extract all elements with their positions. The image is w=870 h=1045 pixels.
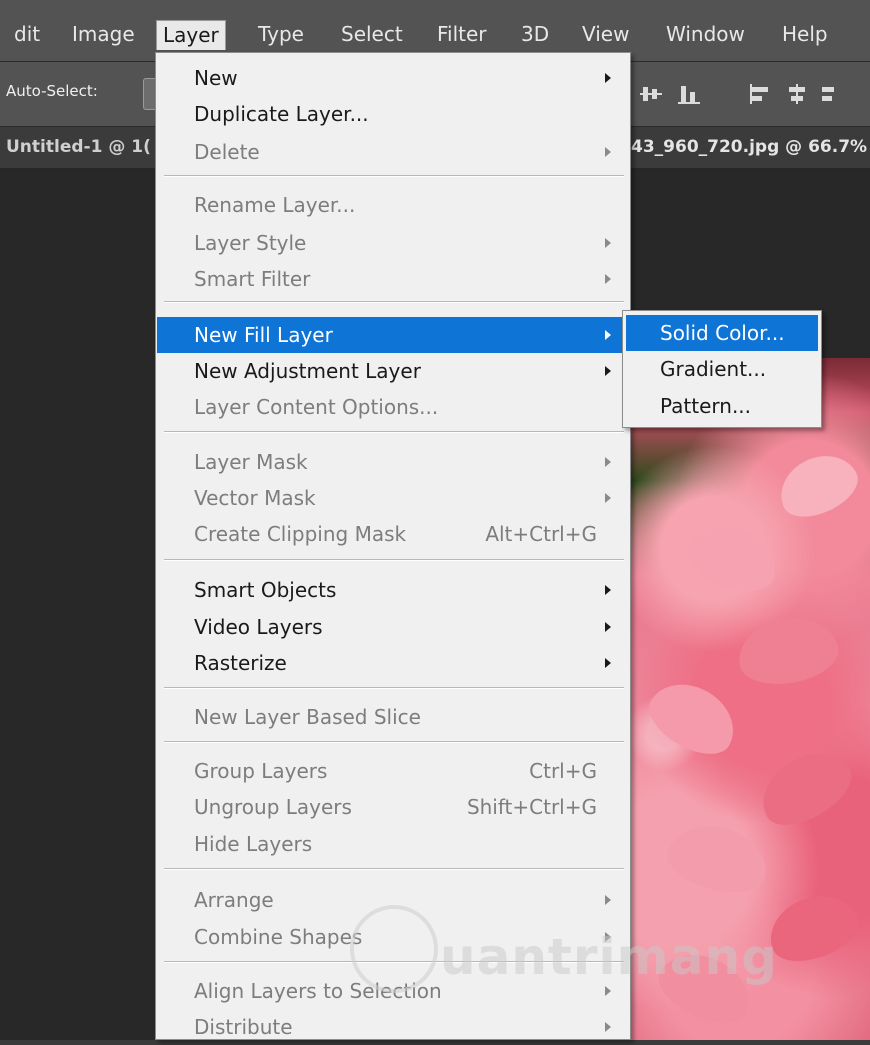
submenu-arrow-icon [605,147,611,157]
tab-untitled[interactable]: Untitled-1 @ 1( [6,137,151,157]
align-left-edges-icon[interactable] [750,84,772,104]
menu-filter[interactable]: Filter [431,20,493,50]
menu-type[interactable]: Type [252,20,310,50]
menu-item-label: Duplicate Layer... [194,102,369,126]
submenu-arrow-icon [605,274,611,284]
menu-item-label: Hide Layers [194,832,313,856]
menu-item-label: Video Layers [194,615,323,639]
submenu-item-pattern[interactable]: Pattern... [626,388,818,424]
menu-item-label: Ungroup Layers [194,795,352,819]
menu-item-label: New Adjustment Layer [194,359,421,383]
menu-help[interactable]: Help [776,20,834,50]
menu-item-label: Rename Layer... [194,193,356,217]
layer-menu: New Duplicate Layer... Delete Rename Lay… [155,52,631,1040]
menu-view[interactable]: View [576,20,635,50]
menu-item-shortcut: Ctrl+G [529,759,597,783]
align-horizontal-centers-icon[interactable] [640,84,662,104]
menu-separator [164,559,624,561]
submenu-arrow-icon [605,1022,611,1032]
submenu-arrow-icon [605,585,611,595]
watermark-text: uantrimang [440,928,778,986]
menu-item-new-layer-based-slice[interactable]: New Layer Based Slice [157,699,629,735]
menu-item-rename-layer[interactable]: Rename Layer... [157,187,629,223]
submenu-item-solid-color[interactable]: Solid Color... [626,315,818,351]
align-vertical-centers-icon[interactable] [786,84,808,104]
menu-item-shortcut: Shift+Ctrl+G [466,795,597,819]
menu-separator [164,431,624,433]
menu-item-video-layers[interactable]: Video Layers [157,609,629,645]
align-right-edges-icon[interactable] [822,84,834,104]
menu-item-label: Arrange [194,888,274,912]
menu-item-label: Layer Mask [194,450,308,474]
submenu-arrow-icon [605,238,611,248]
menu-item-layer-mask[interactable]: Layer Mask [157,444,629,480]
menu-item-vector-mask[interactable]: Vector Mask [157,480,629,516]
menu-separator [164,301,624,303]
menu-window[interactable]: Window [660,20,751,50]
submenu-arrow-icon [605,330,611,340]
menu-item-label: Create Clipping Mask [194,522,407,546]
menu-item-new-fill-layer[interactable]: New Fill Layer [157,317,629,353]
watermark-bulb-icon [350,905,438,993]
menu-item-smart-filter[interactable]: Smart Filter [157,261,629,297]
menu-item-layer-style[interactable]: Layer Style [157,225,629,261]
menu-item-layer-content-options[interactable]: Layer Content Options... [157,389,629,425]
menu-item-new[interactable]: New [157,60,629,96]
menu-item-hide-layers[interactable]: Hide Layers [157,826,629,862]
menu-separator [164,687,624,689]
align-bottom-edges-icon[interactable] [678,84,700,104]
submenu-arrow-icon [605,73,611,83]
auto-select-label: Auto-Select: [6,82,98,100]
menu-item-delete[interactable]: Delete [157,134,629,170]
menu-item-ungroup-layers[interactable]: Ungroup Layers Shift+Ctrl+G [157,789,629,825]
submenu-arrow-icon [605,366,611,376]
menu-item-label: Pattern... [660,394,752,418]
menu-item-label: Delete [194,140,260,164]
submenu-arrow-icon [605,493,611,503]
menu-item-label: Solid Color... [660,321,785,345]
menu-item-shortcut: Alt+Ctrl+G [485,522,597,546]
menu-separator [164,741,624,743]
menu-item-label: Smart Filter [194,267,311,291]
menu-select[interactable]: Select [335,20,409,50]
menu-item-new-adjustment-layer[interactable]: New Adjustment Layer [157,353,629,389]
menu-item-smart-objects[interactable]: Smart Objects [157,572,629,608]
menu-item-label: New Layer Based Slice [194,705,421,729]
menu-image[interactable]: Image [66,20,141,50]
menu-item-label: New [194,66,238,90]
menu-3d[interactable]: 3D [515,20,555,50]
menu-edit[interactable]: dit [8,20,46,50]
submenu-arrow-icon [605,895,611,905]
tab-photo[interactable]: 43_960_720.jpg @ 66.7% [631,137,867,157]
menu-item-label: New Fill Layer [194,323,333,347]
submenu-item-gradient[interactable]: Gradient... [626,351,818,387]
new-fill-layer-submenu: Solid Color... Gradient... Pattern... [622,310,822,428]
menu-item-rasterize[interactable]: Rasterize [157,645,629,681]
menu-item-label: Group Layers [194,759,328,783]
menu-item-label: Layer Content Options... [194,395,439,419]
menu-item-label: Smart Objects [194,578,337,602]
submenu-arrow-icon [605,457,611,467]
menu-item-duplicate-layer[interactable]: Duplicate Layer... [157,96,629,132]
menu-item-create-clipping-mask[interactable]: Create Clipping Mask Alt+Ctrl+G [157,516,629,552]
menu-item-label: Rasterize [194,651,287,675]
submenu-arrow-icon [605,658,611,668]
menu-item-label: Layer Style [194,231,307,255]
menu-layer[interactable]: Layer [156,20,226,50]
submenu-arrow-icon [605,622,611,632]
menu-item-label: Gradient... [660,357,767,381]
menu-item-label: Vector Mask [194,486,316,510]
menu-item-group-layers[interactable]: Group Layers Ctrl+G [157,753,629,789]
menu-separator [164,868,624,870]
menu-item-label: Combine Shapes [194,925,363,949]
menu-separator [164,175,624,177]
